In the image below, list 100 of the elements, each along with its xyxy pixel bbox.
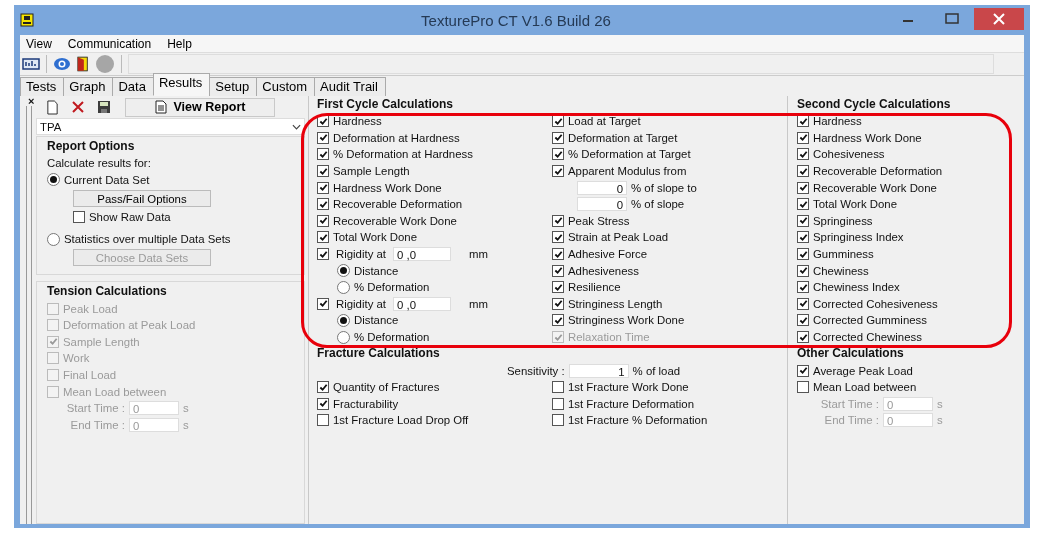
checkbox[interactable] — [317, 397, 329, 410]
menu-item[interactable]: View — [25, 36, 53, 51]
checkbox[interactable] — [797, 131, 809, 144]
checkbox[interactable] — [797, 165, 809, 178]
radio-button[interactable] — [337, 264, 350, 278]
save-icon[interactable] — [97, 100, 112, 114]
checkbox-label: Recoverable Work Done — [813, 181, 937, 194]
rigidity-field[interactable]: 0 ,0 — [393, 296, 451, 311]
checkbox[interactable] — [552, 414, 564, 427]
checkbox[interactable] — [317, 148, 329, 161]
checkbox[interactable] — [317, 214, 329, 227]
radio-label: % Deformation — [354, 281, 430, 294]
checkbox-label: Rigidity at — [336, 297, 386, 310]
checkbox[interactable] — [552, 281, 564, 294]
slope-field[interactable]: 0 — [577, 180, 627, 195]
checkbox[interactable] — [552, 314, 564, 327]
checkbox[interactable] — [317, 165, 329, 178]
checkbox[interactable] — [317, 181, 329, 194]
checkbox[interactable] — [317, 381, 329, 394]
time-label: Start Time : — [65, 402, 125, 415]
radio-button[interactable] — [337, 313, 350, 327]
checkbox[interactable] — [797, 231, 809, 244]
checkbox[interactable] — [552, 248, 564, 261]
slope-field[interactable]: 0 — [577, 197, 627, 212]
unit-label: mm — [469, 297, 488, 310]
rigidity-field[interactable]: 0 ,0 — [393, 247, 451, 262]
checkbox[interactable] — [552, 148, 564, 161]
checkbox[interactable] — [797, 297, 809, 310]
checkbox[interactable] — [797, 331, 809, 343]
checkbox[interactable] — [797, 281, 809, 294]
checkbox[interactable] — [552, 231, 564, 244]
panel-close-button[interactable]: × — [28, 96, 35, 106]
pass-fail-button[interactable]: Pass/Fail Options — [73, 190, 211, 208]
panel-grip[interactable] — [26, 106, 32, 524]
tab[interactable]: Data — [112, 77, 154, 96]
checkbox-label: % Deformation at Target — [568, 148, 691, 161]
checkbox[interactable] — [317, 131, 329, 144]
delete-icon[interactable] — [71, 100, 86, 114]
checkbox-label: Adhesive Force — [568, 248, 648, 261]
checkbox[interactable] — [317, 297, 329, 310]
new-document-icon[interactable] — [46, 99, 60, 115]
radio-button[interactable] — [47, 173, 60, 187]
checkbox[interactable] — [797, 148, 809, 161]
checkbox-label: Deformation at Hardness — [333, 131, 460, 144]
checkbox-label: 1st Fracture Work Done — [568, 381, 689, 394]
checkbox-label: Corrected Cohesiveness — [813, 297, 938, 310]
close-icon[interactable] — [974, 8, 1024, 30]
checkbox[interactable] — [797, 381, 809, 394]
radio-button[interactable] — [337, 330, 350, 344]
time-label: End Time : — [823, 414, 879, 427]
document-icon — [155, 100, 168, 114]
checkbox-label: Apparent Modulus from — [568, 165, 687, 178]
checkbox[interactable] — [552, 131, 564, 144]
checkbox[interactable] — [552, 214, 564, 227]
checkbox-label: Strain at Peak Load — [568, 231, 669, 244]
checkbox[interactable] — [797, 181, 809, 194]
checkbox[interactable] — [797, 214, 809, 227]
unit-label: s — [183, 402, 189, 415]
tab[interactable]: Tests — [20, 77, 65, 96]
checkbox-label: Recoverable Deformation — [813, 165, 943, 178]
checkbox[interactable] — [73, 211, 85, 224]
tab[interactable]: Custom — [256, 77, 316, 96]
checkbox-label: Springiness Index — [813, 231, 904, 244]
sensitivity-field[interactable]: 1 — [568, 363, 629, 378]
tab[interactable]: Audit Trail — [314, 77, 386, 96]
checkbox[interactable] — [797, 314, 809, 327]
radio-button[interactable] — [337, 280, 350, 294]
checkbox-label: Deformation at Peak Load — [63, 319, 196, 332]
method-dropdown[interactable]: TPA — [36, 118, 305, 135]
checkbox[interactable] — [552, 165, 564, 178]
prompt-label: Calculate results for: — [47, 157, 151, 170]
group-title: Tension Calculations — [47, 283, 168, 301]
monitor-icon[interactable] — [22, 57, 40, 71]
unit-label: % of slope — [631, 198, 685, 211]
checkbox[interactable] — [317, 248, 329, 261]
checkbox-label: Load at Target — [568, 115, 641, 128]
checkbox[interactable] — [552, 381, 564, 394]
checkbox-label: Work — [63, 352, 90, 365]
window-title: TexturePro CT V1.6 Build 26 — [420, 11, 612, 29]
checkbox[interactable] — [317, 198, 329, 211]
checkbox[interactable] — [797, 248, 809, 261]
tab[interactable]: Graph — [63, 77, 114, 96]
checkbox[interactable] — [317, 414, 329, 427]
tab[interactable]: Setup — [209, 77, 258, 96]
unit-label: s — [937, 414, 943, 427]
radio-button[interactable] — [47, 232, 60, 246]
sensitivity-label: Sensitivity : — [507, 364, 565, 377]
checkbox-label: Corrected Gumminess — [813, 314, 927, 327]
menu-item[interactable]: Communication — [66, 36, 153, 51]
checkbox[interactable] — [552, 297, 564, 310]
checkbox[interactable] — [317, 231, 329, 244]
menu-item[interactable]: Help — [166, 36, 193, 51]
tab[interactable]: Results — [152, 73, 211, 96]
checkbox[interactable] — [797, 198, 809, 211]
checkbox[interactable] — [797, 264, 809, 277]
checkbox[interactable] — [552, 397, 564, 410]
checkbox[interactable] — [797, 364, 809, 377]
exit-door-icon[interactable] — [77, 56, 89, 72]
checkbox[interactable] — [552, 264, 564, 277]
view-report-button[interactable]: View Report — [125, 97, 276, 117]
